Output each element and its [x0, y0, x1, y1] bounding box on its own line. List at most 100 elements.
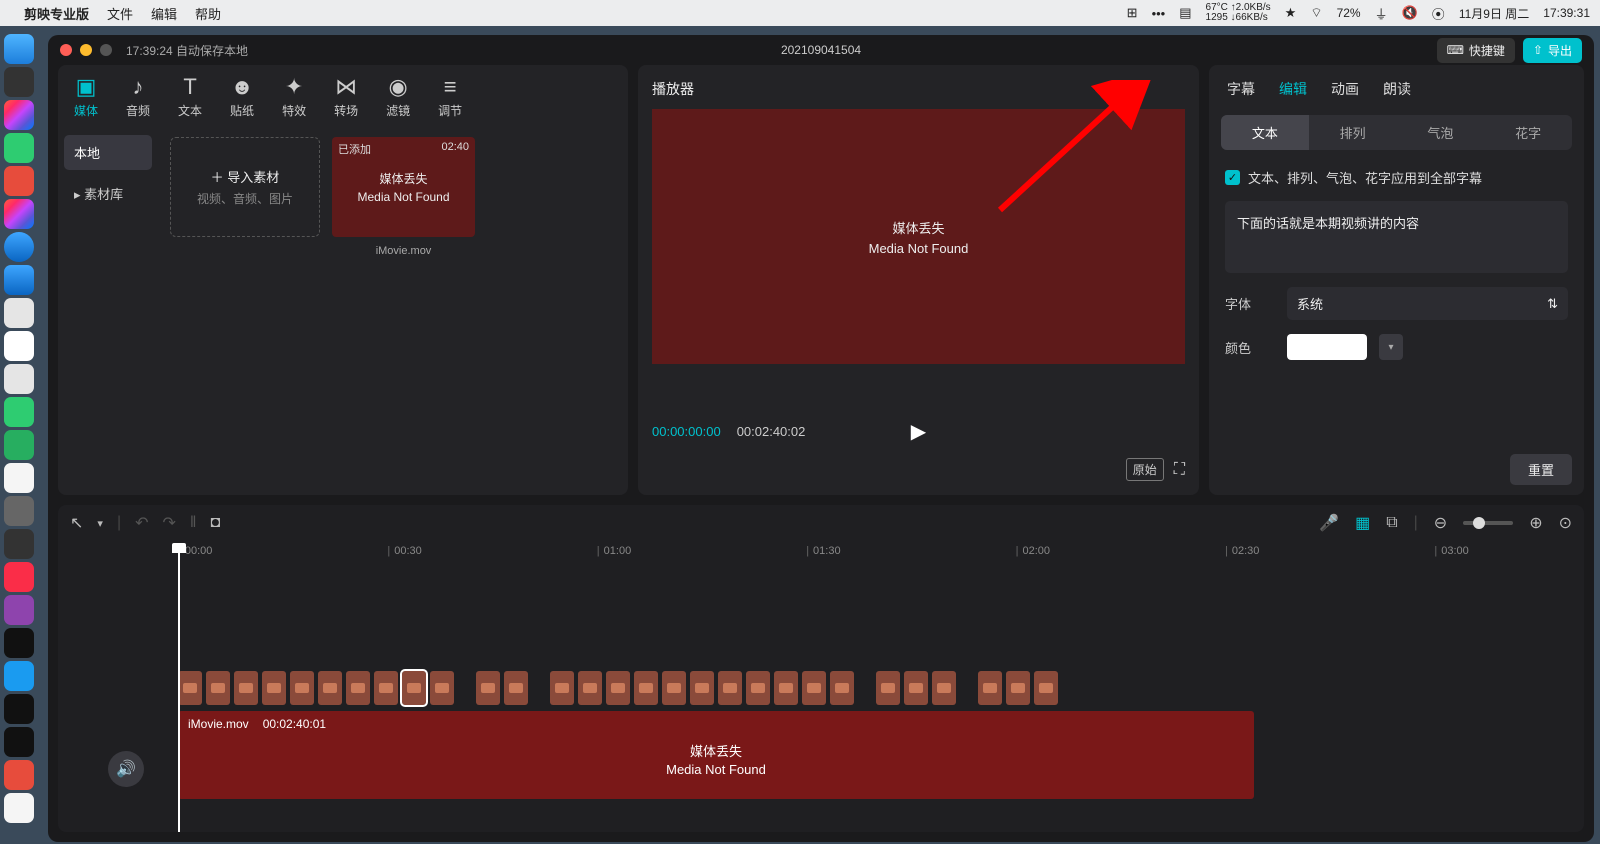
- battery-icon[interactable]: ⏚: [1375, 4, 1388, 23]
- subtitle-clip[interactable]: [178, 671, 202, 705]
- zoom-slider[interactable]: [1463, 521, 1513, 525]
- subtitle-clip[interactable]: [234, 671, 258, 705]
- media-item[interactable]: 已添加02:40 媒体丢失 Media Not Found iMovie.mov: [332, 137, 475, 257]
- mute-icon[interactable]: 🔇: [1402, 5, 1418, 21]
- redo-icon[interactable]: ↷: [163, 513, 176, 533]
- zoom-out-icon[interactable]: ⊖: [1434, 513, 1447, 533]
- dock-messages-icon[interactable]: [4, 397, 34, 427]
- tab-animation[interactable]: 动画: [1331, 79, 1359, 99]
- menu-file[interactable]: 文件: [107, 4, 133, 23]
- dock-notes-icon[interactable]: [4, 298, 34, 328]
- subtitle-clip[interactable]: [262, 671, 286, 705]
- dots-icon[interactable]: •••: [1152, 6, 1166, 21]
- subtitle-clip[interactable]: [606, 671, 630, 705]
- apply-all-checkbox[interactable]: ✓ 文本、排列、气泡、花字应用到全部字幕: [1225, 168, 1568, 187]
- mic-icon[interactable]: 🎤: [1319, 513, 1339, 533]
- control-center-icon[interactable]: ⦿: [1432, 4, 1445, 23]
- dock-music-icon[interactable]: [4, 562, 34, 592]
- subtitle-clip[interactable]: [430, 671, 454, 705]
- dock-calendar-icon[interactable]: [4, 331, 34, 361]
- dock-app-icon[interactable]: [4, 166, 34, 196]
- chevron-down-icon[interactable]: ▾: [97, 517, 103, 530]
- subtab-arrange[interactable]: 排列: [1309, 115, 1397, 150]
- split-icon[interactable]: ‖: [190, 514, 197, 532]
- tab-adjust[interactable]: ≡调节: [438, 75, 462, 119]
- maximize-icon[interactable]: [100, 44, 112, 56]
- tab-audio[interactable]: ♪音频: [126, 75, 150, 119]
- dock-safari-icon[interactable]: [4, 232, 34, 262]
- subtitle-clip[interactable]: [802, 671, 826, 705]
- dock-settings-icon[interactable]: [4, 496, 34, 526]
- subtitle-clip[interactable]: [634, 671, 658, 705]
- subtitle-clip[interactable]: [1034, 671, 1058, 705]
- zoom-fit-icon[interactable]: ⊙: [1559, 513, 1572, 533]
- subtitle-clip[interactable]: [504, 671, 528, 705]
- play-button[interactable]: ▶: [911, 419, 926, 444]
- color-swatch[interactable]: [1287, 334, 1367, 360]
- dock-app-icon[interactable]: [4, 727, 34, 757]
- dock-app-icon[interactable]: [4, 133, 34, 163]
- dock-facetime-icon[interactable]: [4, 430, 34, 460]
- tab-transition[interactable]: ⋈转场: [334, 75, 358, 119]
- timeline-ruler[interactable]: 00:00 00:30 01:00 01:30 02:00 02:30 03:0…: [178, 545, 1574, 563]
- app-name[interactable]: 剪映专业版: [24, 4, 89, 23]
- dock-app-icon[interactable]: [4, 199, 34, 229]
- subtab-fancy[interactable]: 花字: [1484, 115, 1572, 150]
- fullscreen-icon[interactable]: ⛶: [1174, 461, 1185, 479]
- import-media-button[interactable]: ＋ 导入素材 视频、音频、图片: [170, 137, 320, 237]
- subtitle-clip[interactable]: [830, 671, 854, 705]
- subtitle-clip[interactable]: [318, 671, 342, 705]
- menubar-date[interactable]: 11月9日 周二: [1459, 5, 1529, 22]
- subtitle-clip[interactable]: [206, 671, 230, 705]
- subtab-bubble[interactable]: 气泡: [1397, 115, 1485, 150]
- tab-media[interactable]: ▣媒体: [74, 75, 98, 119]
- subtitle-clip[interactable]: [904, 671, 928, 705]
- crop-icon[interactable]: ◘: [211, 514, 221, 532]
- dock-reminders-icon[interactable]: [4, 364, 34, 394]
- subtitle-clip-selected[interactable]: [402, 671, 426, 705]
- close-icon[interactable]: [60, 44, 72, 56]
- player-viewport[interactable]: 媒体丢失 Media Not Found: [652, 109, 1185, 364]
- reset-button[interactable]: 重置: [1510, 454, 1572, 485]
- tab-sticker[interactable]: ☻贴纸: [230, 75, 254, 119]
- tab-read[interactable]: 朗读: [1383, 79, 1411, 99]
- subtitle-clip[interactable]: [876, 671, 900, 705]
- dock-app-icon[interactable]: [4, 760, 34, 790]
- subtitle-clip[interactable]: [690, 671, 714, 705]
- star-icon[interactable]: ★: [1285, 5, 1297, 21]
- subtitle-clip[interactable]: [718, 671, 742, 705]
- subtab-text[interactable]: 文本: [1221, 115, 1309, 150]
- dock-app-icon[interactable]: [4, 463, 34, 493]
- dock-app-icon[interactable]: [4, 529, 34, 559]
- subtitle-clip[interactable]: [550, 671, 574, 705]
- font-select[interactable]: 系统⇅: [1287, 287, 1568, 320]
- link-icon[interactable]: ⧉: [1386, 514, 1397, 532]
- video-clip[interactable]: iMovie.mov 00:02:40:01 媒体丢失 Media Not Fo…: [178, 711, 1254, 799]
- zoom-in-icon[interactable]: ⊕: [1529, 513, 1542, 533]
- sidebar-item-library[interactable]: ▸ 素材库: [64, 176, 152, 211]
- magnet-icon[interactable]: ▦: [1355, 513, 1370, 533]
- dock-app-icon[interactable]: [4, 793, 34, 823]
- tab-subtitle[interactable]: 字幕: [1227, 79, 1255, 99]
- aspect-ratio-button[interactable]: 原始: [1126, 458, 1164, 481]
- dock-terminal-icon[interactable]: [4, 694, 34, 724]
- playhead[interactable]: [178, 545, 180, 832]
- tab-text[interactable]: T文本: [178, 75, 202, 119]
- subtitle-clip[interactable]: [978, 671, 1002, 705]
- tab-filter[interactable]: ◉滤镜: [386, 75, 410, 119]
- menubar-time[interactable]: 17:39:31: [1543, 6, 1590, 20]
- subtitle-textarea[interactable]: 下面的话就是本期视频讲的内容: [1225, 201, 1568, 273]
- dock-podcasts-icon[interactable]: [4, 595, 34, 625]
- dock-mail-icon[interactable]: [4, 265, 34, 295]
- minimize-icon[interactable]: [80, 44, 92, 56]
- menu-edit[interactable]: 编辑: [151, 4, 177, 23]
- subtitle-clip[interactable]: [746, 671, 770, 705]
- tab-effects[interactable]: ✦特效: [282, 75, 306, 119]
- cursor-tool-icon[interactable]: ↖: [70, 513, 83, 533]
- dock-launchpad-icon[interactable]: [4, 67, 34, 97]
- mute-track-button[interactable]: 🔊: [108, 751, 144, 787]
- subtitle-clip[interactable]: [662, 671, 686, 705]
- undo-icon[interactable]: ↶: [135, 513, 148, 533]
- tab-edit[interactable]: 编辑: [1279, 79, 1307, 99]
- wifi-icon[interactable]: ⌔: [1310, 5, 1322, 21]
